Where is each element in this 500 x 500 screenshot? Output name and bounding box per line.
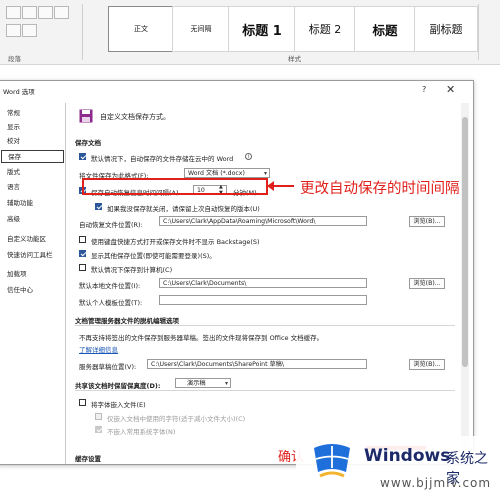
save-options-content: 自定义文档保存方式。 保存文档 默认情况下，自动保存的文件存储在云中的 Word… xyxy=(67,103,459,464)
group-label-paragraph: 段落 xyxy=(8,55,21,63)
style-no-spacing[interactable]: 无间隔 xyxy=(172,6,230,52)
close-button[interactable]: ✕ xyxy=(446,83,455,96)
browse-autorecover-button[interactable]: 浏览(B)... xyxy=(409,216,445,227)
autosave-cloud-checkbox[interactable] xyxy=(79,153,86,160)
personal-templates-label: 默认个人模板位置(T): xyxy=(79,299,143,307)
no-common-fonts-checkbox[interactable] xyxy=(95,426,102,433)
style-label: 标题 xyxy=(372,22,398,38)
nav-item-display[interactable]: 显示 xyxy=(1,121,64,134)
save-to-computer-checkbox[interactable] xyxy=(79,264,86,271)
paragraph-group: 段落 xyxy=(0,0,82,64)
dialog-title: Word 选项 xyxy=(3,88,35,96)
style-title[interactable]: 标题 xyxy=(354,6,416,52)
watermark-url: www.bjjmlv.com xyxy=(380,476,492,490)
help-button[interactable]: ? xyxy=(422,85,426,94)
section-cache: 缓存设置 xyxy=(75,455,101,463)
section-divider xyxy=(75,390,455,391)
fidelity-document-select[interactable]: 演示稿 ▾ xyxy=(175,378,231,388)
nav-item-quick-access[interactable]: 快速访问工具栏 xyxy=(1,249,64,262)
keep-last-version-checkbox[interactable] xyxy=(95,203,102,210)
windows-logo-icon xyxy=(314,444,350,478)
section-save-documents: 保存文档 xyxy=(75,139,101,147)
info-icon[interactable]: i xyxy=(245,153,252,160)
section-divider xyxy=(75,325,455,326)
nav-item-proofing[interactable]: 校对 xyxy=(1,135,64,148)
align-center-button[interactable] xyxy=(22,6,37,19)
learn-more-link[interactable]: 了解详细信息 xyxy=(79,344,118,354)
show-additional-places-label: 显示其他保存位置(即使可能需要登录)(S)。 xyxy=(91,252,216,260)
no-common-fonts-label: 不嵌入常用系统字体(N) xyxy=(107,428,176,436)
section-fidelity: 共享该文档时保留保真度(D): xyxy=(75,382,161,390)
keyboard-shortcuts-label: 使用键盘快捷方式打开或保存文件时不显示 Backstage(S) xyxy=(91,238,260,246)
line-spacing-button[interactable] xyxy=(6,24,21,37)
autorecover-location-label: 自动恢复文件位置(R): xyxy=(79,221,143,229)
style-heading-1[interactable]: 标题 1 xyxy=(228,6,296,52)
chevron-down-icon: ▾ xyxy=(224,380,228,387)
style-heading-2[interactable]: 标题 2 xyxy=(294,6,356,52)
watermark: Windows 系统之家 www.bjjmlv.com xyxy=(296,436,500,500)
server-drafts-value: C:\Users\Clark\Documents\SharePoint 草稿\ xyxy=(151,361,284,368)
server-note: 不再支持将签出的文件保存到服务器草稿。签出的文件现将保存到 Office 文档缓… xyxy=(79,334,324,342)
nav-item-trust-center[interactable]: 信任中心 xyxy=(1,284,64,297)
borders-button[interactable] xyxy=(54,6,69,19)
highlight-box xyxy=(82,178,268,195)
annotation-arrow-shaft xyxy=(272,185,294,187)
keyboard-shortcuts-checkbox[interactable] xyxy=(79,236,86,243)
options-nav: 常规 显示 校对 保存 版式 语言 辅助功能 高级 自定义功能区 快速访问工具栏… xyxy=(1,103,66,464)
nav-item-save[interactable]: 保存 xyxy=(1,150,64,163)
nav-item-typography[interactable]: 版式 xyxy=(1,166,64,179)
server-drafts-label: 服务器草稿位置(V): xyxy=(79,363,137,371)
file-format-select[interactable]: Word 文档 (*.docx) ▾ xyxy=(184,168,270,178)
ribbon-divider xyxy=(478,4,479,60)
nav-item-advanced[interactable]: 高级 xyxy=(1,213,64,226)
save-icon xyxy=(79,109,93,123)
embed-chars-only-checkbox[interactable] xyxy=(95,413,102,420)
group-label-styles: 样式 xyxy=(288,55,301,63)
file-format-value: Word 文档 (*.docx) xyxy=(188,170,245,177)
fidelity-document-value: 演示稿 xyxy=(187,380,206,387)
default-local-label: 默认本地文件位置(I): xyxy=(79,282,141,290)
page-header: 自定义文档保存方式。 xyxy=(100,113,170,121)
ribbon-divider xyxy=(82,4,83,60)
nav-item-customize-ribbon[interactable]: 自定义功能区 xyxy=(1,233,64,246)
default-local-input[interactable]: C:\Users\Clark\Documents\ xyxy=(159,278,367,288)
style-subtitle[interactable]: 副标题 xyxy=(414,6,478,52)
shading-button[interactable] xyxy=(38,6,53,19)
style-label: 无间隔 xyxy=(190,25,212,33)
browse-local-button[interactable]: 浏览(B)... xyxy=(409,278,445,289)
section-server-files: 文档管理服务器文件的脱机编辑选项 xyxy=(75,317,179,325)
arrow-left-icon xyxy=(267,181,274,191)
autorecover-location-input[interactable]: C:\Users\Clark\AppData\Roaming\Microsoft… xyxy=(159,216,367,226)
style-label: 标题 2 xyxy=(308,23,342,36)
vertical-scrollbar[interactable] xyxy=(461,103,469,464)
personal-templates-input[interactable] xyxy=(159,295,367,305)
nav-item-general[interactable]: 常规 xyxy=(1,107,64,120)
nav-item-addins[interactable]: 加载项 xyxy=(1,268,64,281)
embed-chars-only-label: 仅嵌入文档中使用的字符(适于减小文件大小)(C) xyxy=(107,415,246,423)
embed-fonts-label: 将字体嵌入文件(E) xyxy=(91,401,146,409)
align-left-button[interactable] xyxy=(6,6,21,19)
chevron-down-icon: ▾ xyxy=(263,170,267,177)
sort-button[interactable] xyxy=(22,24,37,37)
server-drafts-input[interactable]: C:\Users\Clark\Documents\SharePoint 草稿\ xyxy=(147,359,367,369)
save-to-computer-label: 默认情况下保存到计算机(C) xyxy=(91,266,173,274)
style-label: 副标题 xyxy=(429,23,463,36)
style-normal[interactable]: 正文 xyxy=(108,6,174,52)
keep-last-version-label: 如果我没保存就关闭，请保留上次自动恢复的版本(U) xyxy=(107,205,260,213)
ribbon: 段落 正文 无间隔 标题 1 标题 2 标题 副标题 样式 xyxy=(0,0,500,65)
nav-item-accessibility[interactable]: 辅助功能 xyxy=(1,197,64,210)
nav-item-language[interactable]: 语言 xyxy=(1,181,64,194)
style-label: 标题 1 xyxy=(242,23,282,39)
browse-server-button[interactable]: 浏览(B)... xyxy=(409,359,445,370)
scroll-thumb[interactable] xyxy=(462,117,468,367)
embed-fonts-checkbox[interactable] xyxy=(79,399,86,406)
annotation-text: 更改自动保存的时间间隔 xyxy=(300,181,460,197)
show-additional-places-checkbox[interactable] xyxy=(79,250,86,257)
autorecover-location-value: C:\Users\Clark\AppData\Roaming\Microsoft… xyxy=(163,218,316,225)
style-label: 正文 xyxy=(134,25,148,33)
default-local-value: C:\Users\Clark\Documents\ xyxy=(163,280,247,287)
watermark-title: Windows xyxy=(364,446,451,466)
word-options-dialog: Word 选项 ? ✕ 常规 显示 校对 保存 版式 语言 辅助功能 高级 自定… xyxy=(0,80,474,465)
autosave-cloud-label: 默认情况下，自动保存的文件存储在云中的 Word xyxy=(91,155,234,163)
